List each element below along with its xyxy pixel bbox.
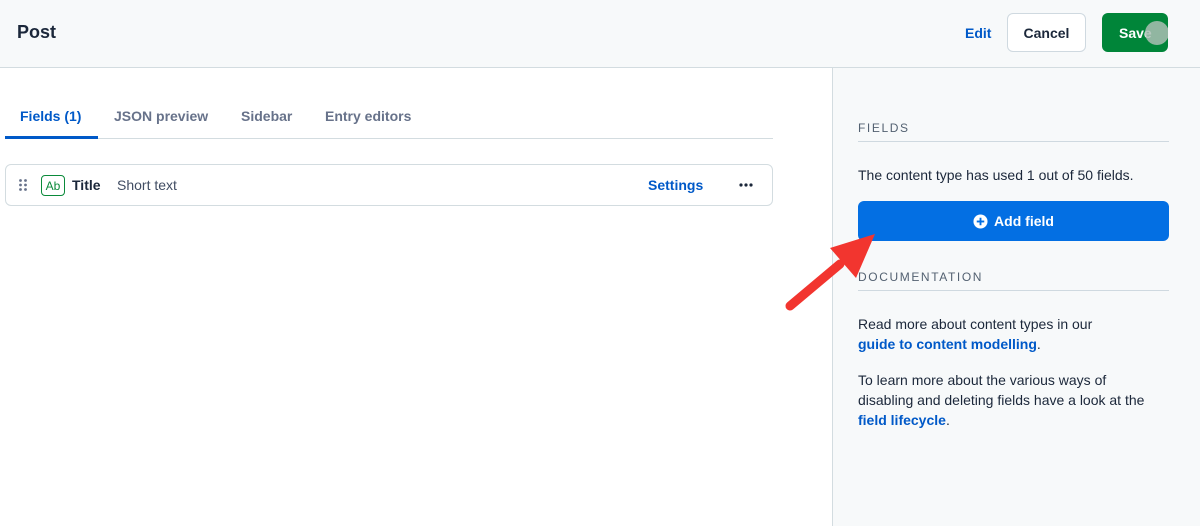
- tab-fields[interactable]: Fields (1): [20, 108, 81, 124]
- tab-entry-editors[interactable]: Entry editors: [325, 108, 411, 124]
- doc-text-1: Read more about content types in our: [858, 316, 1093, 332]
- fields-usage-text: The content type has used 1 out of 50 fi…: [858, 167, 1134, 183]
- content-modelling-guide-link[interactable]: guide to content modelling: [858, 336, 1037, 352]
- doc-text-2: To learn more about the various ways of …: [858, 372, 1145, 408]
- field-lifecycle-link[interactable]: field lifecycle: [858, 412, 946, 428]
- tab-json-preview[interactable]: JSON preview: [114, 108, 208, 124]
- page-header: Post Edit Cancel Save: [0, 0, 1200, 68]
- documentation-section-heading: DOCUMENTATION: [858, 270, 1169, 291]
- tab-bar: Fields (1) JSON preview Sidebar Entry ed…: [5, 99, 773, 139]
- more-horizontal-icon[interactable]: [737, 177, 755, 193]
- field-row[interactable]: Ab Title Short text Settings: [5, 164, 773, 206]
- add-field-label: Add field: [994, 213, 1054, 229]
- active-tab-indicator: [5, 136, 98, 139]
- plus-circle-icon: [973, 213, 988, 229]
- doc-paragraph-2: To learn more about the various ways of …: [858, 370, 1163, 430]
- doc-paragraph-1: Read more about content types in our gui…: [858, 314, 1178, 354]
- field-type: Short text: [117, 177, 177, 193]
- field-name: Title: [72, 177, 101, 193]
- save-button[interactable]: Save: [1102, 13, 1168, 52]
- tab-sidebar[interactable]: Sidebar: [241, 108, 292, 124]
- field-settings-link[interactable]: Settings: [648, 177, 703, 193]
- main-panel: Fields (1) JSON preview Sidebar Entry ed…: [0, 69, 833, 526]
- page-title: Post: [17, 22, 57, 42]
- red-arrow-annotation: [785, 234, 875, 311]
- doc-text-1-end: .: [1036, 336, 1041, 352]
- short-text-field-icon: Ab: [41, 175, 65, 196]
- drag-handle-icon[interactable]: [18, 178, 28, 192]
- add-field-button[interactable]: Add field: [858, 201, 1169, 241]
- cursor-highlight: [1145, 21, 1168, 45]
- fields-section-heading: FIELDS: [858, 121, 1169, 142]
- cancel-button[interactable]: Cancel: [1007, 13, 1086, 52]
- edit-link[interactable]: Edit: [965, 25, 991, 41]
- doc-text-2-end: .: [945, 412, 950, 428]
